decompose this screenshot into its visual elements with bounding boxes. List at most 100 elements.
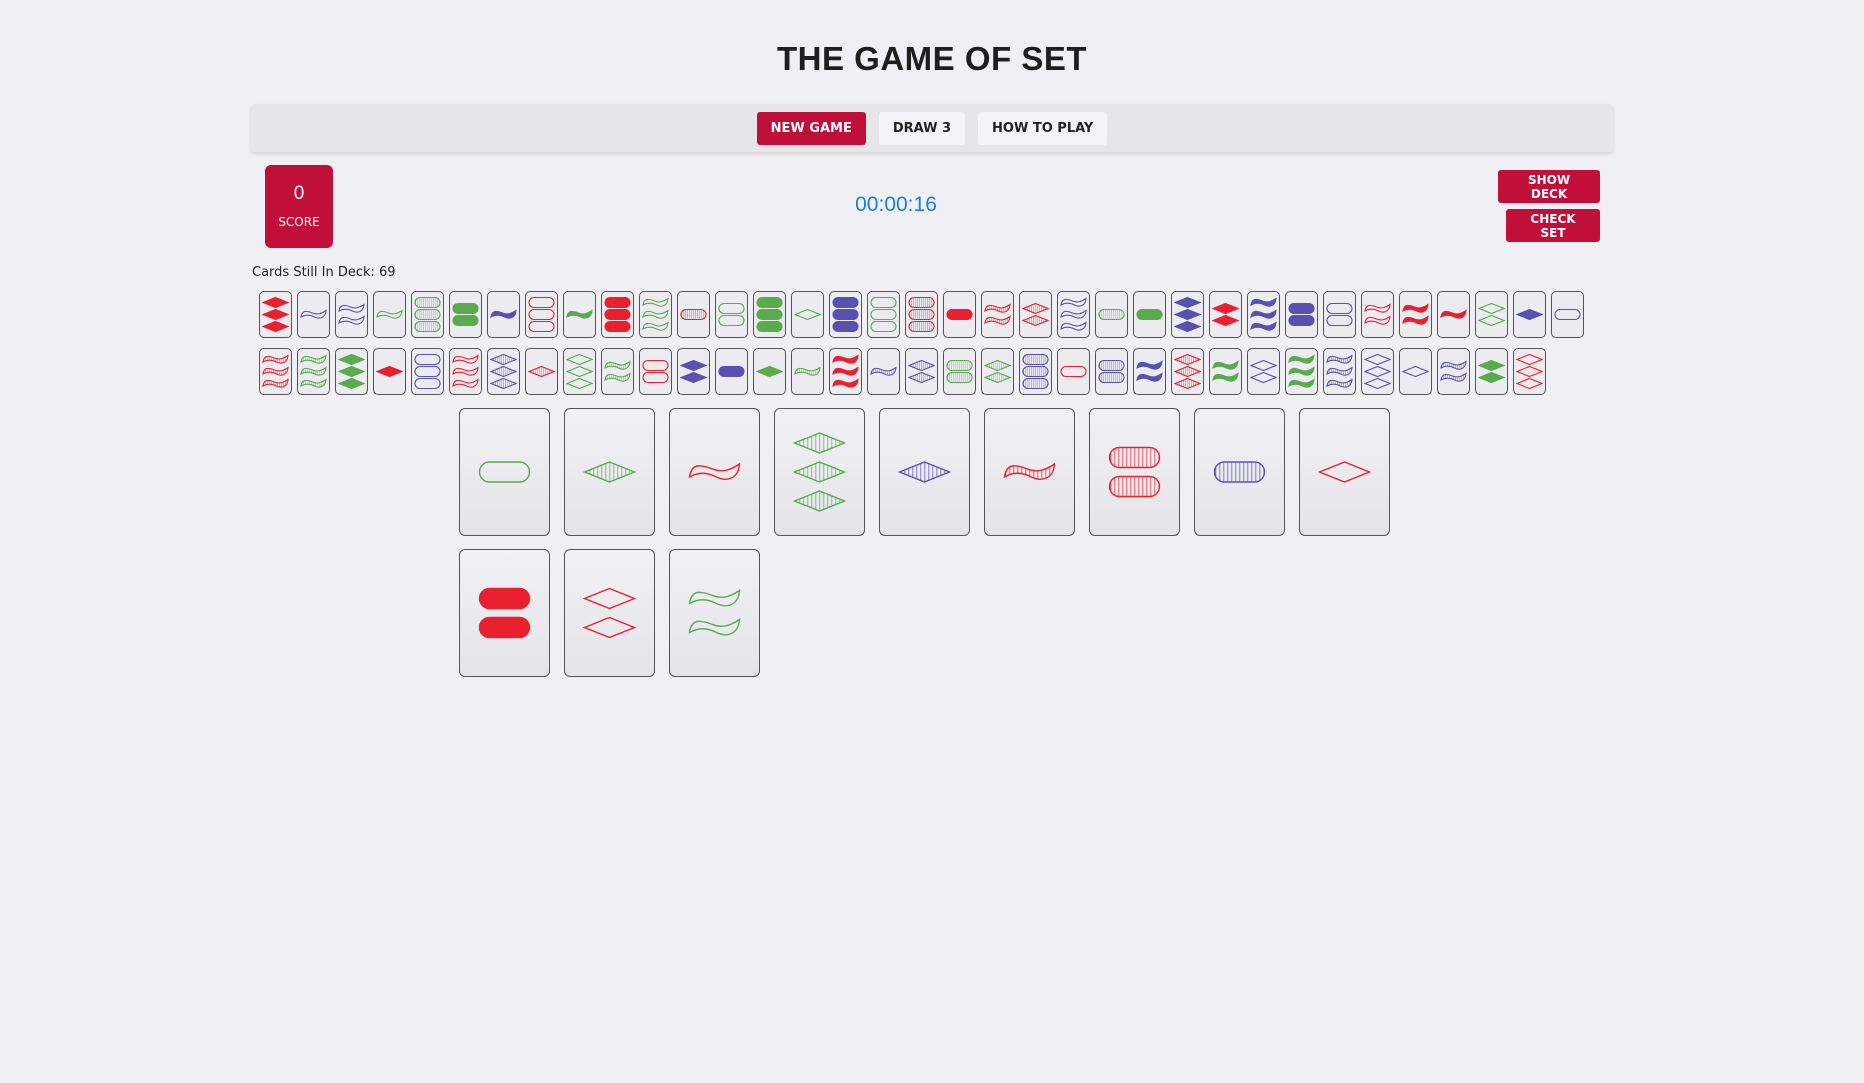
deck-card[interactable] [715,348,748,395]
deck-card[interactable] [563,291,596,338]
check-set-button[interactable]: CHECK SET [1506,209,1600,242]
squiggle-symbol [1403,317,1428,325]
squiggle-symbol [833,356,858,364]
deck-card[interactable] [563,348,596,395]
oval-symbol [757,310,782,320]
deck-card[interactable] [829,291,862,338]
deck-card[interactable] [525,291,558,338]
deck-card[interactable] [1399,348,1432,395]
deck-card[interactable] [981,348,1014,395]
deck-card[interactable] [1361,348,1394,395]
deck-card[interactable] [259,348,292,395]
deck-card[interactable] [791,348,824,395]
deck-card[interactable] [373,348,406,395]
squiggle-symbol [1441,362,1466,370]
deck-card[interactable] [373,291,406,338]
board-card[interactable] [669,549,760,677]
deck-card[interactable] [1437,291,1470,338]
new-game-button[interactable]: NEW GAME [756,111,866,145]
board-card[interactable] [564,549,655,677]
deck-card[interactable] [639,348,672,395]
board-card[interactable] [774,408,865,536]
board-card[interactable] [879,408,970,536]
deck-card[interactable] [1285,291,1318,338]
oval-symbol [833,322,858,332]
deck-card[interactable] [905,348,938,395]
deck-card[interactable] [1057,291,1090,338]
diamond-symbol [909,373,934,383]
card-face [985,409,1074,535]
deck-card[interactable] [943,348,976,395]
board-card[interactable] [669,408,760,536]
deck-card[interactable] [1437,348,1470,395]
deck-card[interactable] [335,291,368,338]
deck-card[interactable] [905,291,938,338]
deck-card[interactable] [753,291,786,338]
board-card[interactable] [1194,408,1285,536]
board-card[interactable] [459,408,550,536]
deck-card[interactable] [1247,291,1280,338]
deck-card[interactable] [639,291,672,338]
deck-card[interactable] [1057,348,1090,395]
deck-card[interactable] [1095,348,1128,395]
deck-card[interactable] [487,348,520,395]
card-face [1136,294,1163,335]
deck-card[interactable] [335,348,368,395]
deck-card[interactable] [1323,348,1356,395]
diamond-symbol [1175,310,1200,320]
deck-card[interactable] [1171,348,1204,395]
deck-card[interactable] [943,291,976,338]
diamond-symbol [1175,355,1200,365]
deck-card[interactable] [297,291,330,338]
deck-card[interactable] [677,291,710,338]
draw-3-button[interactable]: DRAW 3 [878,111,966,145]
deck-card[interactable] [1019,291,1052,338]
how-to-play-button[interactable]: HOW TO PLAY [978,111,1108,145]
deck-card[interactable] [411,291,444,338]
deck-card[interactable] [981,291,1014,338]
deck-card[interactable] [449,291,482,338]
deck-card[interactable] [753,348,786,395]
deck-card[interactable] [1361,291,1394,338]
deck-card[interactable] [867,291,900,338]
deck-card[interactable] [487,291,520,338]
deck-card[interactable] [1285,348,1318,395]
deck-card[interactable] [1247,348,1280,395]
deck-card[interactable] [1095,291,1128,338]
deck-card[interactable] [1475,291,1508,338]
board-card[interactable] [459,549,550,677]
deck-card[interactable] [1209,348,1242,395]
deck-card[interactable] [297,348,330,395]
squiggle-symbol [1005,464,1055,479]
board-card[interactable] [1089,408,1180,536]
deck-card[interactable] [1323,291,1356,338]
deck-card[interactable] [1133,291,1166,338]
deck-card[interactable] [1399,291,1432,338]
squiggle-symbol [833,368,858,376]
deck-card[interactable] [1513,291,1546,338]
deck-card[interactable] [449,348,482,395]
oval-symbol [1289,316,1314,326]
deck-card[interactable] [1133,348,1166,395]
board-card[interactable] [984,408,1075,536]
board-card[interactable] [1299,408,1390,536]
show-deck-button[interactable]: SHOW DECK [1498,170,1600,203]
deck-card[interactable] [601,291,634,338]
deck-card[interactable] [715,291,748,338]
deck-card[interactable] [677,348,710,395]
deck-card[interactable] [1209,291,1242,338]
deck-card[interactable] [1513,348,1546,395]
deck-card[interactable] [867,348,900,395]
deck-card[interactable] [829,348,862,395]
deck-card[interactable] [259,291,292,338]
deck-card[interactable] [1171,291,1204,338]
deck-card[interactable] [525,348,558,395]
deck-card[interactable] [1019,348,1052,395]
deck-card[interactable] [601,348,634,395]
deck-card[interactable] [791,291,824,338]
deck-card[interactable] [411,348,444,395]
deck-card[interactable] [1551,291,1584,338]
board-card[interactable] [564,408,655,536]
deck-card[interactable] [1475,348,1508,395]
card-face [984,351,1011,392]
